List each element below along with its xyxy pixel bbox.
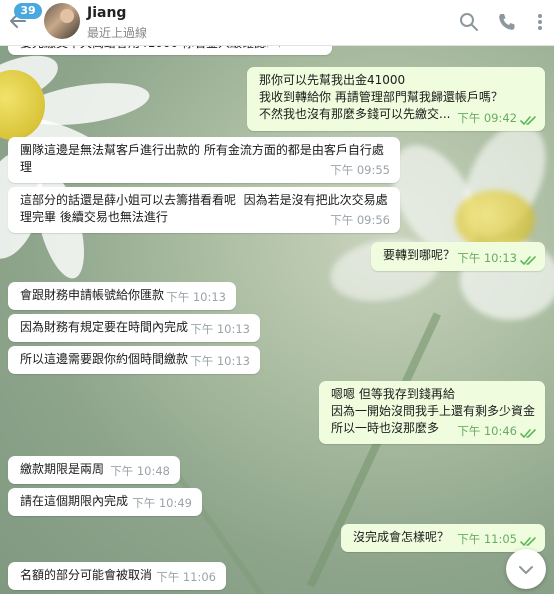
contact-status: 最近上過線 [87,26,148,40]
message-bubble-incoming[interactable]: 因為財務有規定要在時間內完成 下午 10:13 [8,314,260,342]
more-vertical-icon[interactable] [530,12,550,32]
double-check-icon [520,537,536,546]
message-time: 下午 10:13 [166,290,226,304]
message-time: 下午 10:13 [190,322,250,336]
message-bubble-incoming[interactable]: 請在這個期限內完成 下午 10:49 [8,488,202,516]
message-time: 下午 11:06 [156,570,216,584]
phone-icon[interactable] [497,12,517,32]
message-bubble-outgoing[interactable]: 沒完成會怎樣呢？ 下午 11:05 [341,524,545,552]
unread-count-badge: 39 [14,3,42,19]
message-bubble-outgoing[interactable]: 嗯嗯 但等我存到錢再給 因為一開始沒問我手上還有剩多少資金 所以一時也沒那麼多 … [319,381,545,444]
message-time: 下午 10:48 [110,464,170,478]
message-time: 下午 10:49 [132,496,192,510]
message-bubble-incoming[interactable]: 團隊這邊是無法幫客戶進行出款的 所有金流方面的都是由客戶自行處 理 下午 09:… [8,137,400,183]
message-time: 下午 10:13 [457,251,517,265]
double-check-icon [520,429,536,438]
search-icon[interactable] [459,12,479,32]
message-bubble-incoming[interactable]: 名額的部分可能會被取消 下午 11:06 [8,562,226,590]
message-time: 下午 10:13 [190,354,250,368]
message-bubble-incoming[interactable]: 會跟財務申請帳號給你匯款 下午 10:13 [8,282,236,310]
message-time: 下午 10:46 [457,424,517,438]
double-check-icon [520,256,536,265]
chevron-down-icon [519,566,533,574]
chat-header: 39 Jiang 最近上過線 [0,0,554,46]
message-bubble-outgoing[interactable]: 要轉到哪呢？ 下午 10:13 [371,242,545,271]
message-bubble-incoming[interactable]: 繳款期限是兩周 下午 10:48 [8,456,180,484]
contact-name[interactable]: Jiang [87,5,126,21]
message-time: 下午 09:56 [330,213,390,227]
scroll-to-bottom-button[interactable] [506,549,546,589]
message-bubble-incoming[interactable]: 所以這邊需要跟你約個時間繳款 下午 10:13 [8,346,260,374]
message-time: 下午 09:42 [457,111,517,125]
message-bubble-outgoing[interactable]: 那你可以先幫我出金41000 我收到轉給你 再請管理部門幫我歸還帳戶嗎？ 不然我… [247,67,545,131]
message-bubble-incoming[interactable]: 這部分的話還是薛小姐可以去籌措看看呢 因為若是沒有把此次交易處 理完畢 後續交易… [8,187,400,233]
message-time: 下午 11:05 [457,532,517,546]
contact-avatar[interactable] [44,3,80,39]
double-check-icon [520,116,536,125]
message-time: 下午 09:55 [330,163,390,177]
